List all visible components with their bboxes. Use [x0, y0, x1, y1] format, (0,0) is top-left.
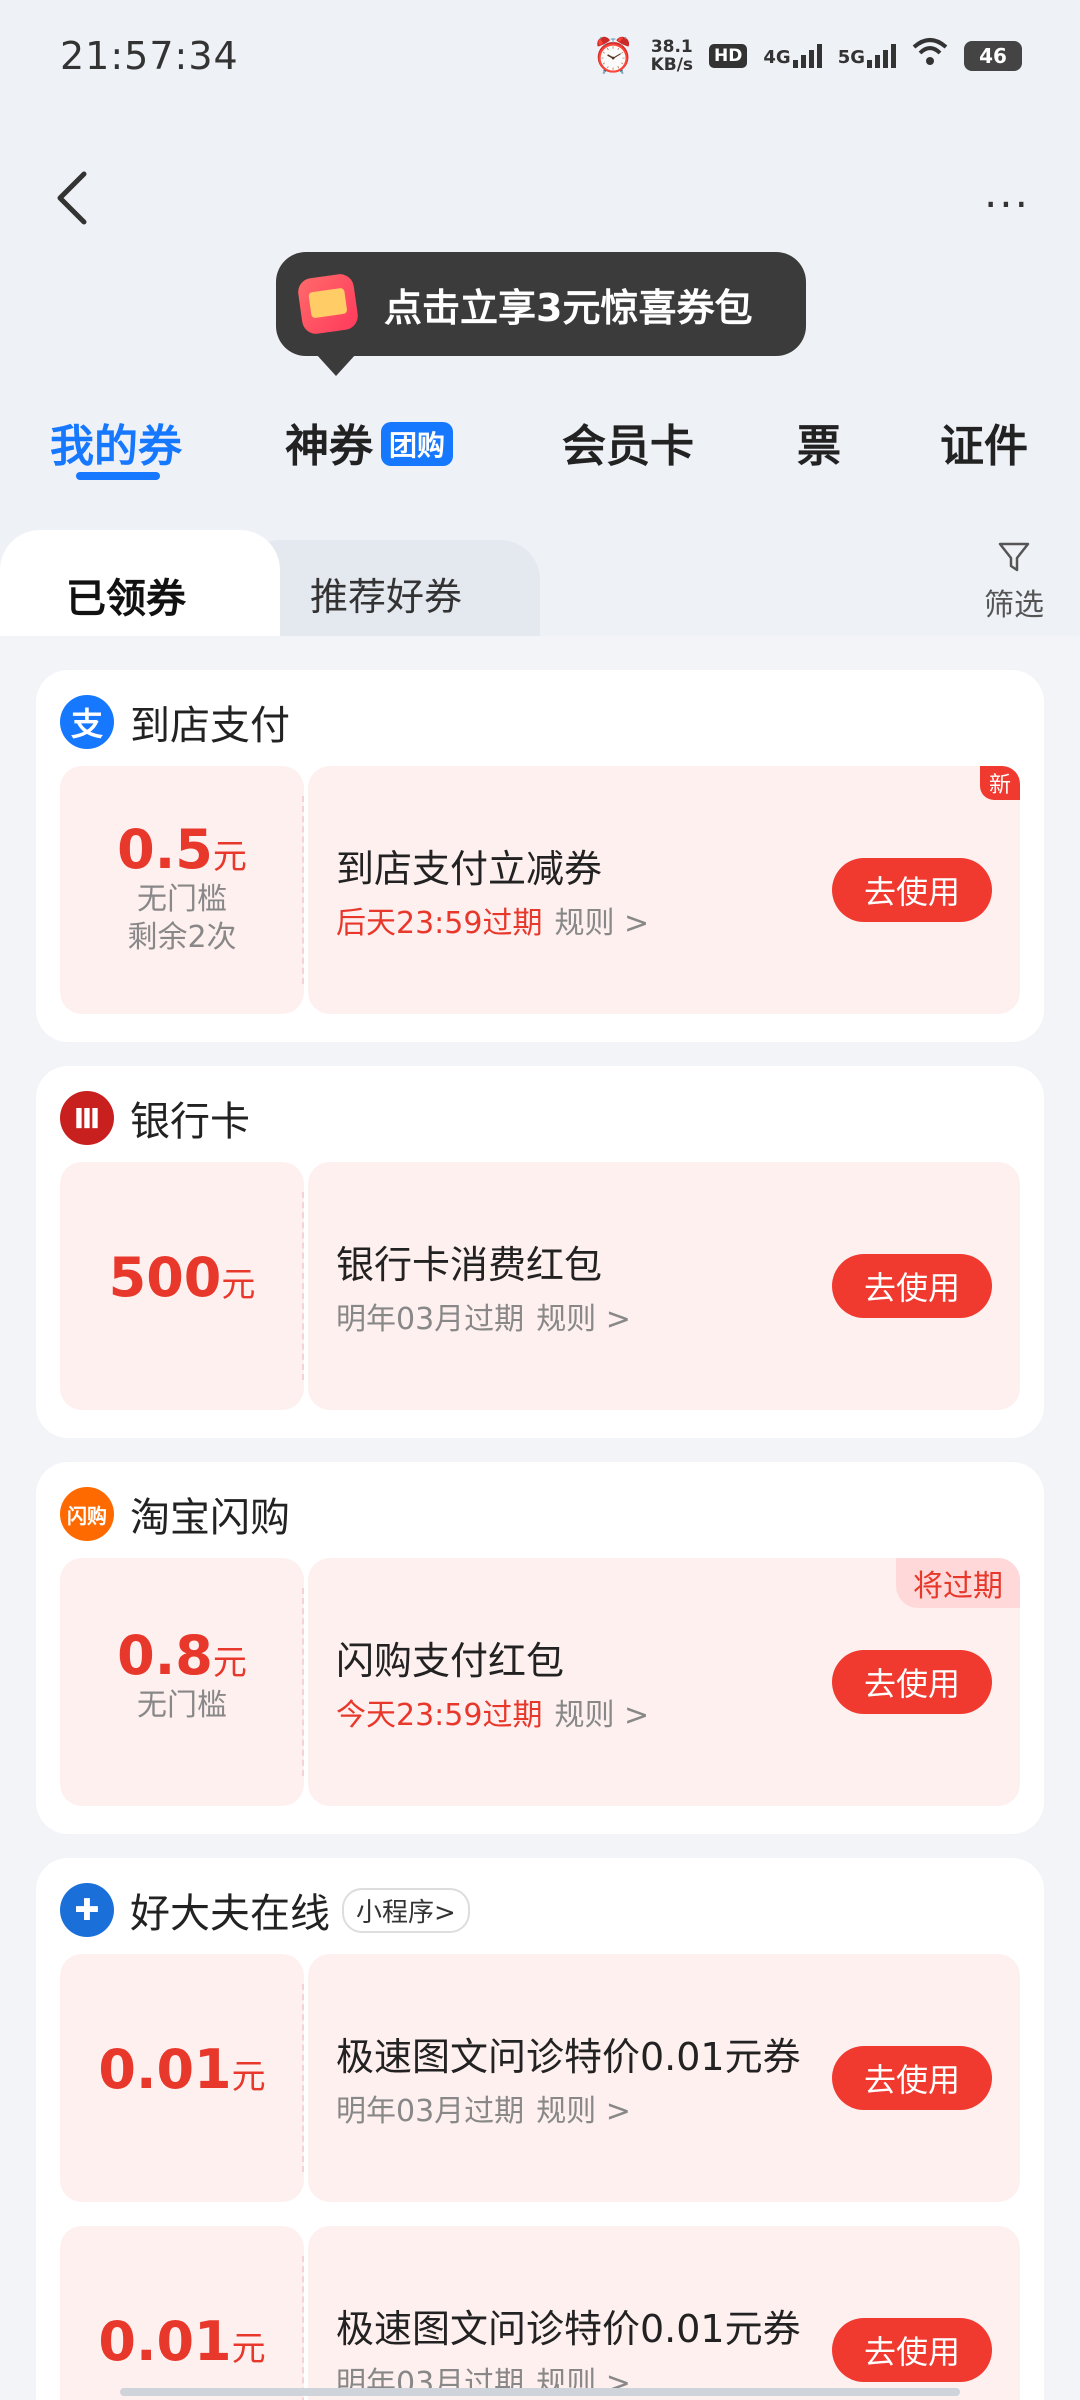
- sub-tabs: 推荐好券 已领券 筛选: [0, 530, 1080, 640]
- coupon-amount-area: 0.5元 无门槛 剩余2次: [60, 766, 304, 1014]
- coupon-card[interactable]: 500元 银行卡消费红包 明年03月过期 规则 > 去使用: [60, 1162, 1020, 1410]
- rule-link[interactable]: 规则 >: [554, 906, 649, 941]
- group-header: 闪购 淘宝闪购: [60, 1486, 290, 1542]
- battery-icon: 46: [964, 41, 1022, 71]
- group-header: ✚ 好大夫在线 小程序>: [60, 1882, 470, 1938]
- coupon-card[interactable]: 0.5元 无门槛 剩余2次 到店支付立减券 后天23:59过期 规则 > 去使用 …: [60, 766, 1020, 1014]
- haodf-icon: ✚: [60, 1883, 114, 1937]
- rule-link[interactable]: 规则 >: [554, 1698, 649, 1733]
- hd-icon: HD: [709, 44, 748, 68]
- coupon-amount-area: 0.8元 无门槛: [60, 1558, 304, 1806]
- tab-underline: [76, 472, 160, 480]
- tuan-badge: 团购: [381, 422, 454, 466]
- sub-tab-recommended-label[interactable]: 推荐好券: [310, 566, 462, 621]
- alarm-icon: ⏰: [592, 36, 635, 76]
- coupon-amount-area: 0.01元: [60, 1954, 304, 2202]
- mini-program-badge[interactable]: 小程序>: [342, 1887, 470, 1933]
- main-tabs: 我的券 神券 团购 会员卡 票 证件: [0, 400, 1080, 480]
- coupon-info-area: 极速图文问诊特价0.01元券 明年03月过期 规则 > 去使用: [308, 1954, 1020, 2202]
- filter-button[interactable]: 筛选: [984, 540, 1044, 624]
- home-indicator[interactable]: [120, 2388, 960, 2396]
- expiring-badge: 将过期: [896, 1558, 1020, 1608]
- coupon-info-area: 到店支付立减券 后天23:59过期 规则 > 去使用 新: [308, 766, 1020, 1014]
- use-button[interactable]: 去使用: [832, 1254, 992, 1318]
- flash-buy-icon: 闪购: [60, 1487, 114, 1541]
- coupon-card[interactable]: 0.01元 极速图文问诊特价0.01元券 明年03月过期 规则 > 去使用: [60, 1954, 1020, 2202]
- tab-my-coupons[interactable]: 我的券: [50, 410, 182, 474]
- wifi-icon: [912, 37, 948, 75]
- status-icons: ⏰ 38.1 KB/s HD 4G 5G 46: [592, 36, 1022, 76]
- group-bank-card: Ⅲ 银行卡 500元 银行卡消费红包 明年03月过期 规则 > 去使用: [36, 1066, 1044, 1438]
- status-time: 21:57:34: [60, 34, 239, 78]
- status-bar: 21:57:34 ⏰ 38.1 KB/s HD 4G 5G 46: [0, 0, 1080, 110]
- promo-tooltip[interactable]: 点击立享3元惊喜券包: [276, 252, 806, 376]
- signal-icon: 4G: [763, 44, 822, 68]
- coupon-amount-area: 500元: [60, 1162, 304, 1410]
- more-icon[interactable]: ···: [984, 180, 1030, 229]
- coupon-card[interactable]: 0.01元 极速图文问诊特价0.01元券 明年03月过期 规则 > 去使用: [60, 2226, 1020, 2400]
- tab-documents[interactable]: 证件: [940, 410, 1028, 474]
- tab-member-card[interactable]: 会员卡: [562, 410, 694, 474]
- bank-icon: Ⅲ: [60, 1091, 114, 1145]
- coupon-card[interactable]: 0.8元 无门槛 闪购支付红包 今天23:59过期 规则 > 去使用 将过期: [60, 1558, 1020, 1806]
- group-store-pay: 支 到店支付 0.5元 无门槛 剩余2次 到店支付立减券 后天23:59过期 规则…: [36, 670, 1044, 1042]
- alipay-icon: 支: [60, 695, 114, 749]
- gift-icon: [296, 272, 360, 336]
- use-button[interactable]: 去使用: [832, 1650, 992, 1714]
- tooltip-text: 点击立享3元惊喜券包: [384, 285, 753, 330]
- back-icon[interactable]: [50, 168, 96, 228]
- net-speed: 38.1 KB/s: [650, 37, 694, 75]
- tab-god-coupons[interactable]: 神券 团购: [285, 410, 454, 474]
- coupon-info-area: 闪购支付红包 今天23:59过期 规则 > 去使用 将过期: [308, 1558, 1020, 1806]
- coupon-amount-area: 0.01元: [60, 2226, 304, 2400]
- new-badge: 新: [980, 766, 1020, 800]
- rule-link[interactable]: 规则 >: [536, 1302, 631, 1337]
- use-button[interactable]: 去使用: [832, 2318, 992, 2382]
- coupon-info-area: 极速图文问诊特价0.01元券 明年03月过期 规则 > 去使用: [308, 2226, 1020, 2400]
- coupon-info-area: 银行卡消费红包 明年03月过期 规则 > 去使用: [308, 1162, 1020, 1410]
- filter-icon: [998, 542, 1030, 572]
- sub-tab-claimed-label[interactable]: 已领券: [66, 566, 186, 624]
- group-haodf: ✚ 好大夫在线 小程序> 0.01元 极速图文问诊特价0.01元券 明年03月过…: [36, 1858, 1044, 2400]
- tab-ticket[interactable]: 票: [797, 410, 841, 474]
- signal-icon-5g: 5G: [838, 44, 896, 68]
- coupon-list: 支 到店支付 0.5元 无门槛 剩余2次 到店支付立减券 后天23:59过期 规则…: [0, 636, 1080, 2400]
- rule-link[interactable]: 规则 >: [536, 2094, 631, 2129]
- use-button[interactable]: 去使用: [832, 2046, 992, 2110]
- group-header: Ⅲ 银行卡: [60, 1090, 250, 1146]
- use-button[interactable]: 去使用: [832, 858, 992, 922]
- group-header: 支 到店支付: [60, 694, 290, 750]
- group-taobao-flash: 闪购 淘宝闪购 0.8元 无门槛 闪购支付红包 今天23:59过期 规则 > 去使…: [36, 1462, 1044, 1834]
